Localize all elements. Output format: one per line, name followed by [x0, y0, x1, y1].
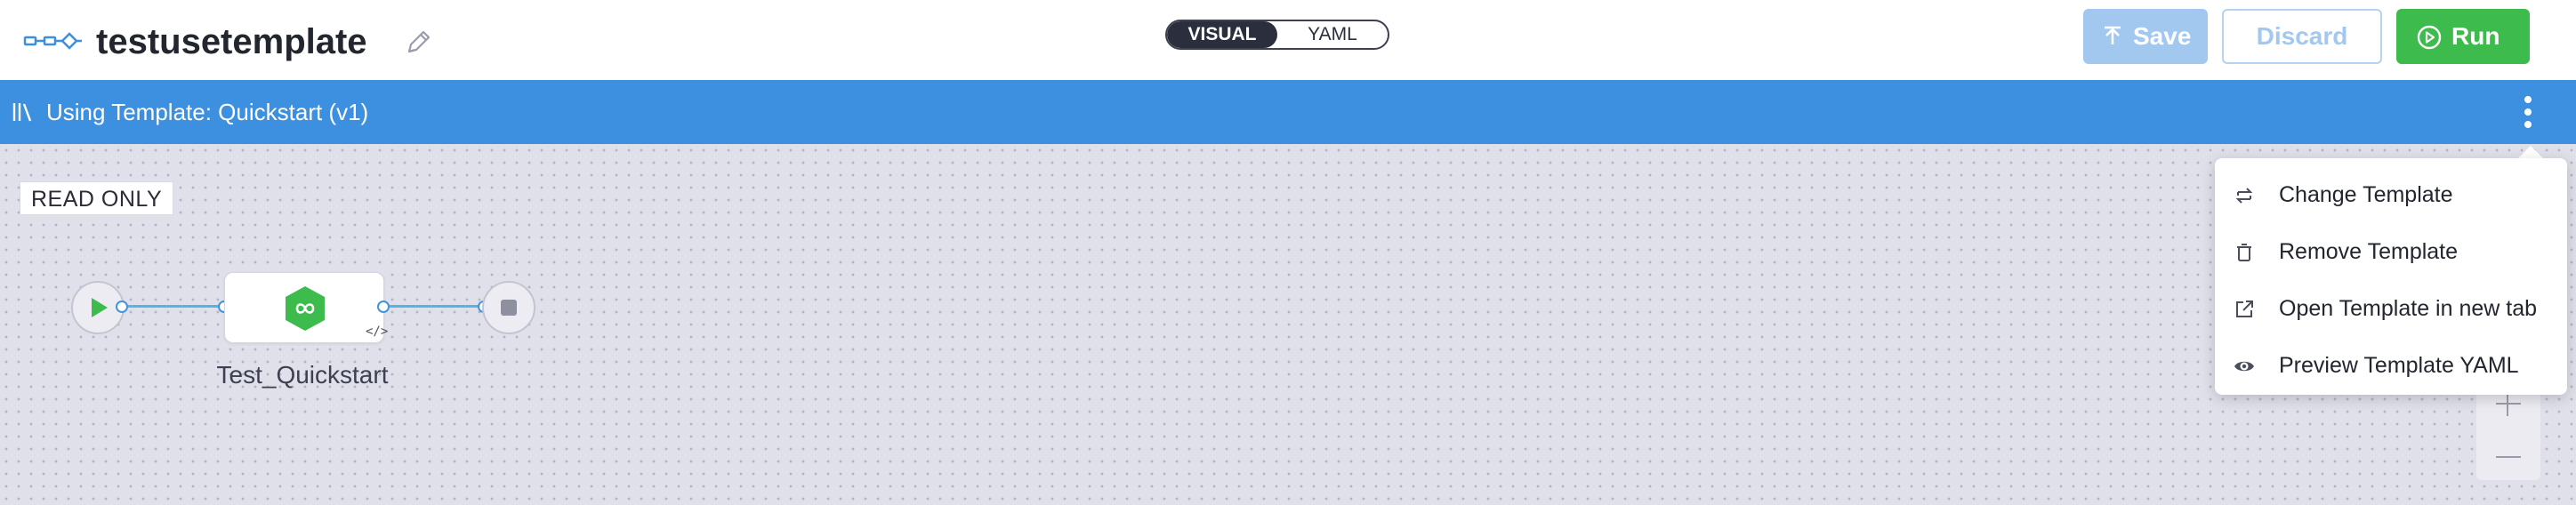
end-node[interactable] [482, 281, 535, 334]
stage-hexagon-icon [286, 286, 325, 331]
stop-icon [501, 300, 517, 316]
run-button-label: Run [2451, 22, 2500, 50]
template-bar: Using Template: Quickstart (v1) [0, 80, 2576, 144]
pipeline-icon [23, 32, 82, 50]
pencil-icon[interactable] [404, 27, 434, 57]
toggle-visual[interactable]: VISUAL [1167, 21, 1277, 48]
port-start-out [116, 301, 128, 313]
stage-name-label: Test_Quickstart [216, 361, 389, 389]
code-icon: </> [366, 325, 389, 339]
pipeline-header: testusetemplate VISUAL YAML Save Discard… [0, 0, 2576, 80]
menu-item-change-template[interactable]: Change Template [2215, 165, 2567, 222]
external-link-icon [2236, 301, 2253, 317]
view-toggle: VISUAL YAML [1165, 20, 1389, 50]
trash-icon [2237, 244, 2251, 261]
menu-item-label: Remove Template [2279, 239, 2459, 264]
menu-item-open-template-new-tab[interactable]: Open Template in new tab [2215, 279, 2567, 336]
template-bar-text: Using Template: Quickstart (v1) [46, 99, 369, 125]
zoom-out-icon[interactable] [2496, 456, 2521, 458]
menu-item-preview-template-yaml[interactable]: Preview Template YAML [2215, 336, 2567, 393]
play-circle-icon [2417, 25, 2442, 50]
edge-start-to-stage [125, 305, 224, 308]
menu-item-label: Open Template in new tab [2279, 296, 2538, 321]
run-button[interactable]: Run [2396, 9, 2530, 64]
menu-item-remove-template[interactable]: Remove Template [2215, 222, 2567, 279]
edge-stage-to-end [384, 305, 482, 308]
more-options-icon[interactable] [2516, 94, 2540, 130]
pipeline-title: testusetemplate [96, 22, 367, 61]
save-button-label: Save [2133, 22, 2192, 50]
menu-item-label: Change Template [2279, 182, 2453, 207]
template-options-menu: Change Template Remove Template Open Tem… [2215, 158, 2567, 395]
pipeline-canvas[interactable]: READ ONLY </> Test_Quickstart [0, 144, 2576, 505]
toggle-yaml[interactable]: YAML [1277, 21, 1388, 48]
read-only-badge: READ ONLY [20, 181, 174, 215]
menu-item-label: Preview Template YAML [2279, 353, 2519, 378]
discard-button[interactable]: Discard [2222, 9, 2382, 64]
play-icon [92, 298, 108, 317]
port-stage-out [377, 301, 390, 313]
swap-icon [2235, 188, 2253, 204]
upload-icon [2105, 26, 2121, 44]
library-icon [12, 103, 32, 122]
menu-arrow [2518, 146, 2543, 158]
eye-icon [2234, 361, 2254, 372]
stage-node[interactable]: </> [224, 272, 388, 343]
save-button[interactable]: Save [2083, 9, 2208, 64]
